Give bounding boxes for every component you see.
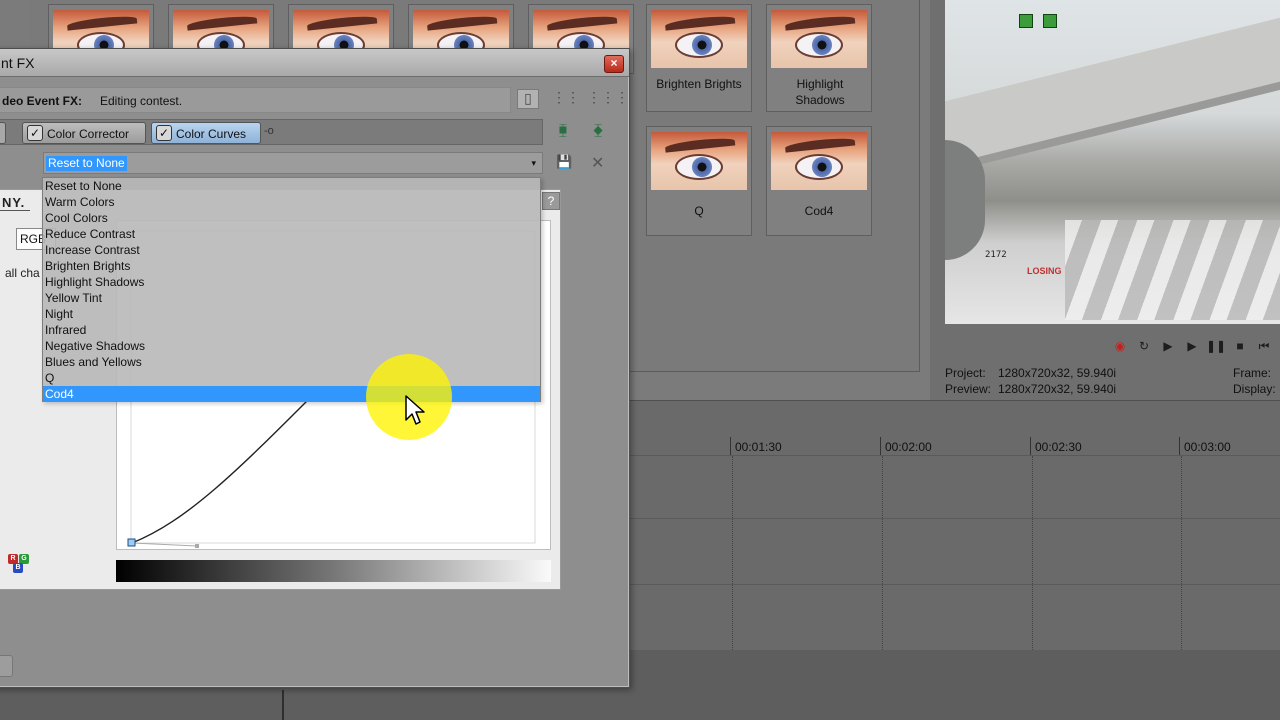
dialog-titlebar[interactable]: nt FX × [0,49,629,77]
preview-label: Preview: [945,382,992,396]
preset-option-q[interactable]: Q [43,370,540,386]
chevron-down-icon[interactable]: ▾ [531,158,536,169]
gun-barrel-shape [945,140,985,260]
preset-selected-value: Reset to None [46,156,127,171]
fx-thumb-q[interactable]: Q [646,126,752,236]
preset-option-negative-shadows[interactable]: Negative Shadows [43,338,540,354]
plugin-chain-icon[interactable]: ⧯ [554,121,572,139]
fx-thumb-cod4[interactable]: Cod4 [766,126,872,236]
preset-option-warm-colors[interactable]: Warm Colors [43,194,540,210]
timeline-ruler[interactable]: 00:01:30 00:02:00 00:02:30 00:03:00 [600,437,1280,457]
preset-option-infrared[interactable]: Infrared [43,322,540,338]
fx-thumb-brighten-brights[interactable]: Brighten Brights [646,4,752,112]
ruler-tick: 00:03:00 [1179,437,1231,455]
grid-view-icon[interactable]: ⋮⋮⋮ [587,89,629,109]
brand-underline [0,210,30,211]
project-label: Project: [945,366,986,380]
eye-thumbnail-image [651,10,747,68]
help-button[interactable]: ? [542,192,560,210]
hud-score: 2172 [985,250,1007,260]
ruler-tick: 00:01:30 [730,437,782,455]
preset-option-brighten-brights[interactable]: Brighten Brights [43,258,540,274]
ruler-tick: 00:02:00 [880,437,932,455]
record-icon[interactable]: ◉ [1112,338,1128,354]
airplane-wing-shape [945,15,1280,175]
objective-flag-icon [1043,14,1057,28]
preset-option-reduce-contrast[interactable]: Reduce Contrast [43,226,540,242]
preset-option-yellow-tint[interactable]: Yellow Tint [43,290,540,306]
runway-stripes [1065,220,1280,320]
preset-dropdown[interactable]: Reset to None ▾ [43,152,543,174]
display-label: Display: [1233,382,1276,396]
rgb-channels-icon[interactable]: R G B [8,554,30,574]
chain-item-label: Color Corrector [47,127,130,141]
fx-thumb-highlight-shadows[interactable]: Highlight Shadows [766,4,872,112]
curve-handle-point[interactable] [195,544,199,548]
stop-icon[interactable]: ■ [1232,338,1248,354]
apply-channels-label: all cha [5,266,40,280]
dialog-footer-button[interactable] [0,655,13,677]
fx-header-label: deo Event FX: [2,94,83,108]
luminance-gradient-bar [116,560,551,582]
preset-option-night[interactable]: Night [43,306,540,322]
curve-control-point[interactable] [127,538,136,547]
objective-flag-icon [1019,14,1033,28]
preset-option-reset-to-none[interactable]: Reset to None [43,178,540,194]
track-separator [600,518,1280,519]
eye-thumbnail-image [651,132,747,190]
video-preview-frame: 2172 LOSING [945,0,1280,324]
eye-thumbnail-image [771,132,867,190]
transport-controls: ◉ ↻ ▶︎ ▶ ❚❚ ■ ⏮ [1112,338,1272,356]
pause-icon[interactable]: ❚❚ [1206,338,1226,354]
frame-label: Frame: [1233,366,1272,380]
checkbox-icon[interactable]: ✓ [156,125,172,141]
remove-plugin-icon[interactable]: ⧱ [589,121,607,139]
hud-status: LOSING [1027,266,1062,276]
grid-line [1032,456,1033,652]
close-button[interactable]: × [604,55,624,73]
dialog-title: nt FX [1,55,35,71]
preview-value: 1280x720x32, 59.940i [998,382,1117,396]
chain-item-previous[interactable] [0,122,6,144]
preview-info: Project: 1280x720x32, 59.940i Frame: Pre… [945,365,1280,397]
save-preset-icon[interactable]: 💾 [556,154,572,170]
preset-option-cool-colors[interactable]: Cool Colors [43,210,540,226]
preset-option-blues-and-yellows[interactable]: Blues and Yellows [43,354,540,370]
preset-option-highlight-shadows[interactable]: Highlight Shadows [43,274,540,290]
chain-item-label: Color Curves [176,127,247,141]
track-separator [600,455,1280,456]
eye-thumbnail-image [771,10,867,68]
fx-thumb-label: Highlight Shadows [795,77,845,107]
play-from-start-icon[interactable]: ▶︎ [1160,338,1176,354]
play-icon[interactable]: ▶ [1184,338,1200,354]
curve-line [131,390,318,544]
chain-link-icon: -o [264,125,274,137]
chain-item-color-curves[interactable]: ✓ Color Curves [151,122,261,144]
preset-option-cod4[interactable]: Cod4 [43,386,540,402]
single-view-icon[interactable]: ▯ [517,89,539,109]
go-to-start-icon[interactable]: ⏮ [1256,338,1272,354]
delete-preset-icon[interactable]: ✕ [591,153,604,173]
track-separator [600,584,1280,585]
fx-header: deo Event FX: Editing contest. [0,87,511,113]
list-view-icon[interactable]: ⋮⋮ [552,89,580,109]
fx-thumb-label: Brighten Brights [656,77,742,91]
track-header-divider[interactable] [282,690,284,720]
grid-line [1181,456,1182,652]
plugin-chain: ✓ Color Corrector ✓ Color Curves -o [0,119,543,145]
project-value: 1280x720x32, 59.940i [998,366,1117,380]
grid-line [882,456,883,652]
loop-icon[interactable]: ↻ [1136,338,1152,354]
preset-option-increase-contrast[interactable]: Increase Contrast [43,242,540,258]
brand-logo: NY. [2,195,26,210]
preset-dropdown-list[interactable]: Reset to None Warm Colors Cool Colors Re… [42,177,541,402]
checkbox-icon[interactable]: ✓ [27,125,43,141]
fx-thumb-label: Q [694,204,704,218]
mouse-pointer-icon [405,395,425,425]
ruler-tick: 00:02:30 [1030,437,1082,455]
chain-item-color-corrector[interactable]: ✓ Color Corrector [22,122,146,144]
fx-header-value: Editing contest. [100,94,183,108]
grid-line [732,456,733,652]
fx-thumb-label: Cod4 [804,204,834,218]
